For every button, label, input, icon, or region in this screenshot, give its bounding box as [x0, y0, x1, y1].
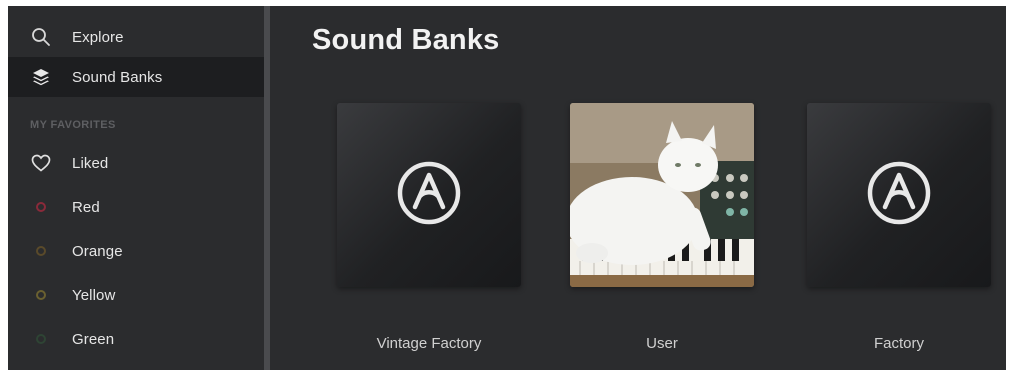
search-icon	[30, 26, 52, 48]
sidebar-item-green[interactable]: Green	[8, 317, 264, 361]
sidebar-item-label: Sound Banks	[72, 68, 163, 86]
arturia-logo-icon	[396, 160, 462, 231]
sidebar-item-liked[interactable]: Liked	[8, 141, 264, 185]
yellow-color-dot-icon	[30, 284, 52, 306]
cat-on-synth-photo	[570, 103, 754, 287]
orange-color-dot-icon	[30, 240, 52, 262]
bank-name: User	[646, 335, 678, 352]
sidebar-item-orange[interactable]: Orange	[8, 229, 264, 273]
bank-cover[interactable]	[337, 103, 521, 287]
sidebar-item-label: Explore	[72, 28, 124, 46]
green-color-dot-icon	[30, 328, 52, 350]
heart-icon	[30, 152, 52, 174]
page-title: Sound Banks	[312, 24, 500, 56]
bank-cover[interactable]	[570, 103, 754, 287]
main-content: Sound Banks Vintage Factory User Factory	[270, 6, 1006, 370]
sidebar-item-red[interactable]: Red	[8, 185, 264, 229]
sidebar-item-yellow[interactable]: Yellow	[8, 273, 264, 317]
bank-cover[interactable]	[807, 103, 991, 287]
favorites-heading: MY FAVORITES	[30, 119, 116, 131]
sound-bank-card[interactable]: Factory	[807, 103, 991, 352]
bank-name: Factory	[873, 335, 924, 352]
sidebar-item-label: Red	[72, 198, 100, 216]
bank-name: Vintage Factory	[376, 335, 482, 352]
sidebar-item-explore[interactable]: Explore	[8, 17, 264, 57]
sidebar-item-label: Yellow	[72, 286, 116, 304]
sound-bank-card[interactable]: User	[570, 103, 754, 352]
arturia-logo-icon	[866, 160, 932, 231]
red-color-dot-icon	[30, 196, 52, 218]
sidebar-item-label: Green	[72, 330, 115, 348]
sidebar-item-label: Orange	[72, 242, 123, 260]
sidebar: Explore Sound Banks MY FAVORITES Liked R…	[8, 6, 264, 370]
layers-icon	[30, 66, 52, 88]
sidebar-item-sound-banks[interactable]: Sound Banks	[8, 57, 264, 97]
sound-bank-card[interactable]: Vintage Factory	[337, 103, 521, 352]
sidebar-item-label: Liked	[72, 154, 109, 172]
app-window: Explore Sound Banks MY FAVORITES Liked R…	[8, 6, 1006, 370]
